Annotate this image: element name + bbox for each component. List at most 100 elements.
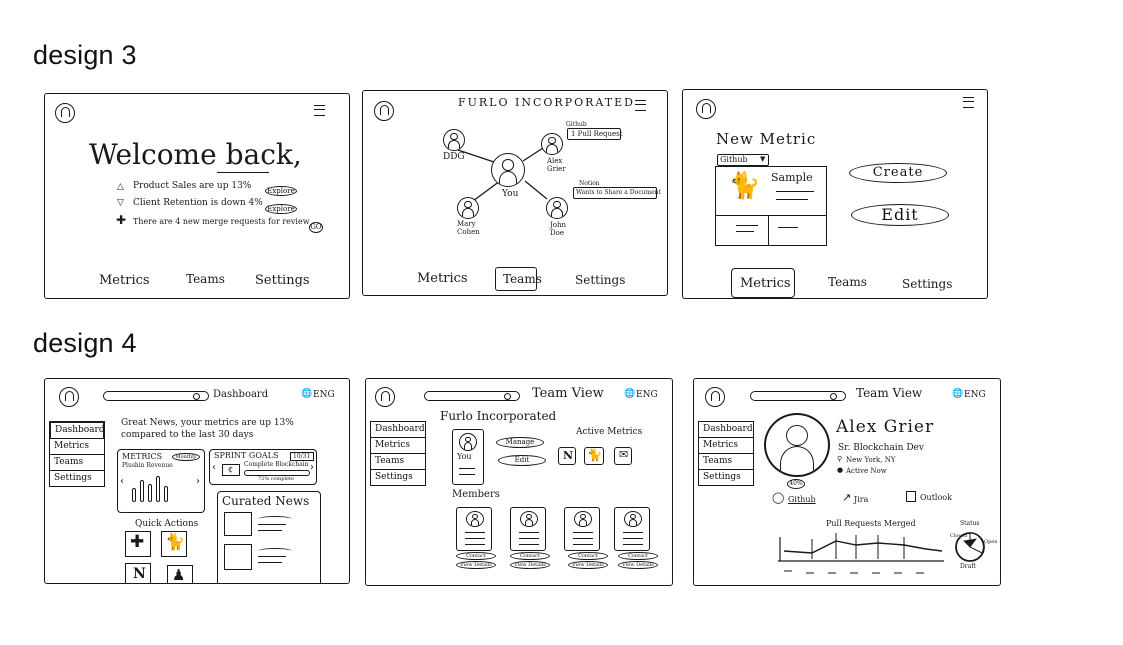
nav-settings[interactable]: Settings: [902, 277, 952, 291]
nav-metrics[interactable]: Metrics: [417, 271, 468, 286]
nav-settings[interactable]: Settings: [255, 273, 310, 288]
logo-icon[interactable]: [59, 387, 79, 407]
member-alex-avatar[interactable]: [541, 133, 563, 155]
closed-label: Closed: [950, 533, 968, 539]
sidebar-item-dashboard[interactable]: Dashboard: [371, 422, 425, 438]
notion-tag: Notion: [579, 180, 600, 187]
design3-welcome-frame: Welcome back, △ Product Sales are up 13%…: [44, 93, 350, 299]
lang-label[interactable]: ENG: [636, 390, 658, 400]
view-details-button[interactable]: View Details: [456, 561, 496, 569]
nav-metrics[interactable]: Metrics: [99, 273, 150, 288]
notion-note[interactable]: Wants to Share a Document: [573, 187, 661, 199]
you-avatar[interactable]: [491, 153, 525, 187]
contact-button[interactable]: Contact: [456, 552, 496, 560]
contact-button[interactable]: Contact: [568, 552, 608, 560]
sidebar-item-teams[interactable]: Teams: [50, 455, 104, 471]
member-card[interactable]: [456, 507, 492, 551]
outlook-icon: ✉: [619, 448, 629, 461]
member-alex-name: Alex Grier: [547, 157, 566, 173]
view-details-button[interactable]: View Details: [618, 561, 658, 569]
logo-icon[interactable]: [696, 99, 716, 119]
sales-text: Product Sales are up 13%: [133, 181, 252, 191]
outlook-metric[interactable]: ✉: [614, 447, 632, 465]
quick-add-button[interactable]: ✚: [125, 531, 151, 557]
menu-icon[interactable]: [314, 105, 325, 116]
chevron-down-icon: ▼: [760, 155, 766, 163]
create-button[interactable]: Create: [849, 163, 947, 183]
search-input[interactable]: [103, 391, 209, 401]
search-input[interactable]: [424, 391, 520, 401]
lang-label[interactable]: ENG: [313, 390, 335, 400]
design4-profile-frame: Team View 🌐 ENG Dashboard Metrics Teams …: [693, 378, 1001, 586]
globe-icon[interactable]: 🌐: [624, 389, 635, 399]
nav-teams-selected[interactable]: Teams: [495, 267, 542, 291]
notion-icon: N: [133, 566, 146, 582]
quick-actions-label: Quick Actions: [135, 519, 199, 529]
contact-button[interactable]: Contact: [618, 552, 658, 560]
chevron-right-icon[interactable]: ›: [310, 462, 314, 473]
member-card[interactable]: [510, 507, 546, 551]
menu-icon[interactable]: [963, 97, 974, 108]
metrics-card[interactable]: METRICS Monthly Plushin Revenue ‹ ›: [117, 449, 205, 513]
sidebar-item-settings[interactable]: Settings: [50, 471, 104, 486]
explore-button-2[interactable]: Explore: [265, 204, 297, 214]
design3-metric-frame: New Metric Github ▼ 🐈 Sample Create Edit…: [682, 89, 988, 299]
sample-label: Sample: [771, 171, 813, 184]
you-label: You: [502, 189, 519, 199]
name-blank: [217, 172, 269, 173]
view-details-button[interactable]: View Details: [568, 561, 608, 569]
nav-teams[interactable]: Teams: [186, 272, 225, 286]
sidebar-item-settings[interactable]: Settings: [371, 470, 425, 485]
member-john-name: John Doe: [550, 221, 567, 237]
explore-button[interactable]: Explore: [265, 186, 297, 196]
sidebar-item-metrics[interactable]: Metrics: [371, 438, 425, 454]
github-cat-icon: 🐈: [728, 171, 761, 201]
sidebar-item-metrics[interactable]: Metrics: [50, 439, 104, 455]
design3-team-frame: FURLO INCORPORATED DDG Alex Grier Github…: [362, 90, 668, 296]
member-card[interactable]: [564, 507, 600, 551]
chevron-left-icon[interactable]: ‹: [212, 462, 216, 473]
nav-metrics-selected[interactable]: Metrics: [731, 268, 795, 298]
quick-team-button[interactable]: ♟: [167, 565, 193, 583]
nav-teams[interactable]: Teams: [828, 275, 867, 289]
member-mary-avatar[interactable]: [457, 197, 479, 219]
monthly-toggle[interactable]: Monthly: [172, 453, 200, 461]
source-dropdown[interactable]: Github ▼: [717, 154, 769, 166]
curated-news-card[interactable]: Curated News: [217, 491, 321, 583]
up-arrow-icon: △: [117, 182, 124, 192]
chevron-right-icon[interactable]: ›: [196, 476, 200, 487]
go-button[interactable]: GO: [309, 222, 323, 233]
logo-icon[interactable]: [55, 103, 75, 123]
chevron-left-icon[interactable]: ‹: [120, 476, 124, 487]
metric-preview-card: 🐈 Sample: [715, 166, 827, 246]
github-tag: Github: [566, 121, 587, 128]
design4-team-frame: Team View 🌐 ENG Dashboard Metrics Teams …: [365, 378, 673, 586]
manage-button[interactable]: Manage: [496, 437, 544, 448]
member-john-avatar[interactable]: [546, 197, 568, 219]
edit-button[interactable]: Edit: [851, 204, 949, 226]
down-arrow-icon: ▽: [117, 198, 124, 208]
edit-button[interactable]: Edit: [498, 455, 546, 466]
sidebar-item-teams[interactable]: Teams: [371, 454, 425, 470]
notion-metric[interactable]: N: [558, 447, 576, 465]
github-metric[interactable]: 🐈: [584, 447, 604, 465]
merge-text: There are 4 new merge requests for revie…: [133, 217, 310, 226]
view-details-button[interactable]: View Details: [510, 561, 550, 569]
quick-notion-button[interactable]: N: [125, 563, 151, 583]
member-ddg-avatar[interactable]: [443, 129, 465, 151]
sprint-goals-card[interactable]: SPRINT GOALS 10/31 ‹ ¢ Complete Blockcha…: [209, 449, 317, 485]
logo-icon[interactable]: [375, 387, 395, 407]
you-card[interactable]: You: [452, 429, 484, 485]
member-card[interactable]: [614, 507, 650, 551]
globe-icon[interactable]: 🌐: [301, 389, 312, 399]
plus-icon: ✚: [116, 213, 127, 227]
contact-button[interactable]: Contact: [510, 552, 550, 560]
sidebar: Dashboard Metrics Teams Settings: [49, 421, 105, 487]
sidebar-item-dashboard[interactable]: Dashboard: [50, 422, 105, 439]
plus-icon: ✚: [130, 532, 145, 552]
nav-settings[interactable]: Settings: [575, 273, 625, 287]
github-note[interactable]: 1 Pull Request: [567, 128, 623, 140]
new-metric-title: New Metric: [716, 130, 817, 148]
active-metrics-label: Active Metrics: [576, 427, 643, 437]
quick-github-button[interactable]: 🐈: [161, 531, 187, 557]
